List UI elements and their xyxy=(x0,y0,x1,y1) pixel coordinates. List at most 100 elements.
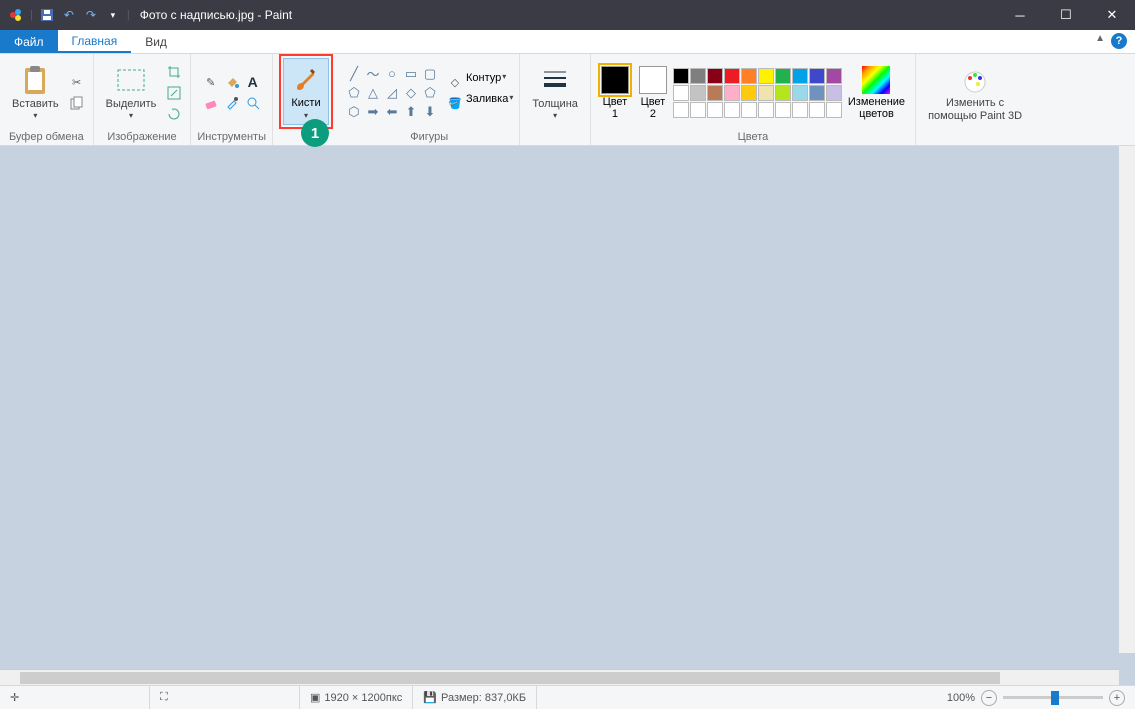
group-colors: Цвет 1 Цвет 2 Изменение цветов Цвета xyxy=(591,54,916,145)
palette-swatch[interactable] xyxy=(775,68,791,84)
shape-roundrect-icon[interactable]: ▢ xyxy=(421,65,439,83)
selection-size-icon: ⛶ xyxy=(160,691,168,704)
text-icon[interactable]: A xyxy=(243,72,263,92)
cursor-pos-icon: ✛ xyxy=(10,691,19,704)
zoom-slider[interactable] xyxy=(1003,696,1103,699)
collapse-ribbon-icon[interactable]: ▲ xyxy=(1095,33,1105,44)
file-size: Размер: 837,0КБ xyxy=(441,692,526,704)
color2-button[interactable]: Цвет 2 xyxy=(635,66,671,120)
palette-swatch[interactable] xyxy=(707,68,723,84)
shape-tri-icon[interactable]: △ xyxy=(364,84,382,102)
size-button[interactable]: Толщина ▾ xyxy=(526,62,584,123)
palette-swatch[interactable] xyxy=(826,85,842,101)
palette-swatch[interactable] xyxy=(775,85,791,101)
palette-swatch[interactable] xyxy=(690,85,706,101)
horizontal-scrollbar[interactable] xyxy=(0,669,1119,685)
palette-swatch[interactable] xyxy=(690,102,706,118)
close-button[interactable]: ✕ xyxy=(1089,0,1135,30)
fill-button[interactable]: 🪣Заливка▾ xyxy=(445,93,513,113)
palette-swatch[interactable] xyxy=(741,85,757,101)
help-icon[interactable]: ? xyxy=(1111,33,1127,49)
paint3d-icon xyxy=(959,63,991,95)
palette-swatch[interactable] xyxy=(826,68,842,84)
palette-swatch[interactable] xyxy=(809,68,825,84)
bucket-icon: 🪣 xyxy=(445,93,465,113)
palette-swatch[interactable] xyxy=(792,85,808,101)
palette-swatch[interactable] xyxy=(775,102,791,118)
brushes-label: Кисти xyxy=(291,97,320,109)
paste-button[interactable]: Вставить ▾ xyxy=(6,62,65,123)
minimize-button[interactable]: ─ xyxy=(997,0,1043,30)
color-palette xyxy=(673,68,842,118)
save-icon[interactable] xyxy=(39,7,55,23)
rotate-icon[interactable] xyxy=(164,104,184,124)
zoom-in-button[interactable]: + xyxy=(1109,690,1125,706)
cut-icon[interactable]: ✂ xyxy=(67,72,87,92)
eraser-icon[interactable] xyxy=(201,93,221,113)
redo-icon[interactable]: ↷ xyxy=(83,7,99,23)
palette-swatch[interactable] xyxy=(673,102,689,118)
undo-icon[interactable]: ↶ xyxy=(61,7,77,23)
shape-diamond-icon[interactable]: ◇ xyxy=(402,84,420,102)
maximize-button[interactable]: ☐ xyxy=(1043,0,1089,30)
shape-line-icon[interactable]: ╱ xyxy=(345,65,363,83)
shape-rtri-icon[interactable]: ◿ xyxy=(383,84,401,102)
shape-larrow-icon[interactable]: ⬅ xyxy=(383,103,401,121)
palette-swatch[interactable] xyxy=(792,102,808,118)
palette-swatch[interactable] xyxy=(741,68,757,84)
shape-hex-icon[interactable]: ⬡ xyxy=(345,103,363,121)
shape-rarrow-icon[interactable]: ➡ xyxy=(364,103,382,121)
palette-swatch[interactable] xyxy=(741,102,757,118)
vertical-scrollbar[interactable] xyxy=(1119,146,1135,653)
picker-icon[interactable] xyxy=(222,93,242,113)
palette-swatch[interactable] xyxy=(707,85,723,101)
annotation-marker-1: 1 xyxy=(301,119,329,147)
magnify-icon[interactable] xyxy=(243,93,263,113)
tab-file[interactable]: Файл xyxy=(0,30,58,53)
palette-swatch[interactable] xyxy=(809,85,825,101)
group-image: Выделить ▾ Изображение xyxy=(94,54,192,145)
shape-darrow-icon[interactable]: ⬇ xyxy=(421,103,439,121)
brushes-button[interactable]: Кисти ▾ xyxy=(283,58,329,125)
palette-swatch[interactable] xyxy=(707,102,723,118)
palette-swatch[interactable] xyxy=(673,85,689,101)
copy-icon[interactable] xyxy=(67,93,87,113)
select-button[interactable]: Выделить ▾ xyxy=(100,62,163,123)
edit-colors-button[interactable]: Изменение цветов xyxy=(844,66,909,120)
shape-oval-icon[interactable]: ○ xyxy=(383,65,401,83)
paint3d-button[interactable]: Изменить с помощью Paint 3D xyxy=(922,61,1028,123)
window-title: Фото с надписью.jpg - Paint xyxy=(140,8,292,22)
zoom-thumb[interactable] xyxy=(1051,691,1059,705)
palette-swatch[interactable] xyxy=(758,102,774,118)
fill-icon[interactable] xyxy=(222,72,242,92)
shape-curve-icon[interactable]: 〜 xyxy=(364,65,382,83)
resize-icon[interactable] xyxy=(164,83,184,103)
shapes-gallery[interactable]: ╱ 〜 ○ ▭ ▢ ⬠ △ ◿ ◇ ⬠ ⬡ ➡ ⬅ ⬆ ⬇ xyxy=(345,65,439,121)
scroll-thumb[interactable] xyxy=(20,672,1000,684)
tab-home[interactable]: Главная xyxy=(58,30,132,53)
crop-icon[interactable] xyxy=(164,62,184,82)
ribbon: Вставить ▾ ✂ Буфер обмена Выделить ▾ Изо… xyxy=(0,54,1135,146)
color2-label: Цвет 2 xyxy=(641,96,666,120)
pencil-icon[interactable]: ✎ xyxy=(201,72,221,92)
palette-swatch[interactable] xyxy=(724,85,740,101)
zoom-out-button[interactable]: − xyxy=(981,690,997,706)
shape-poly-icon[interactable]: ⬠ xyxy=(345,84,363,102)
palette-swatch[interactable] xyxy=(758,68,774,84)
size-icon xyxy=(539,64,571,96)
outline-button[interactable]: ◇Контур▾ xyxy=(445,72,513,92)
shape-rect-icon[interactable]: ▭ xyxy=(402,65,420,83)
palette-swatch[interactable] xyxy=(826,102,842,118)
palette-swatch[interactable] xyxy=(809,102,825,118)
palette-swatch[interactable] xyxy=(673,68,689,84)
palette-swatch[interactable] xyxy=(690,68,706,84)
palette-swatch[interactable] xyxy=(724,68,740,84)
palette-swatch[interactable] xyxy=(792,68,808,84)
color1-button[interactable]: Цвет 1 xyxy=(597,66,633,120)
shape-pent-icon[interactable]: ⬠ xyxy=(421,84,439,102)
tab-view[interactable]: Вид xyxy=(131,30,181,53)
qat-dropdown-icon[interactable]: ▾ xyxy=(105,7,121,23)
palette-swatch[interactable] xyxy=(758,85,774,101)
shape-uarrow-icon[interactable]: ⬆ xyxy=(402,103,420,121)
palette-swatch[interactable] xyxy=(724,102,740,118)
